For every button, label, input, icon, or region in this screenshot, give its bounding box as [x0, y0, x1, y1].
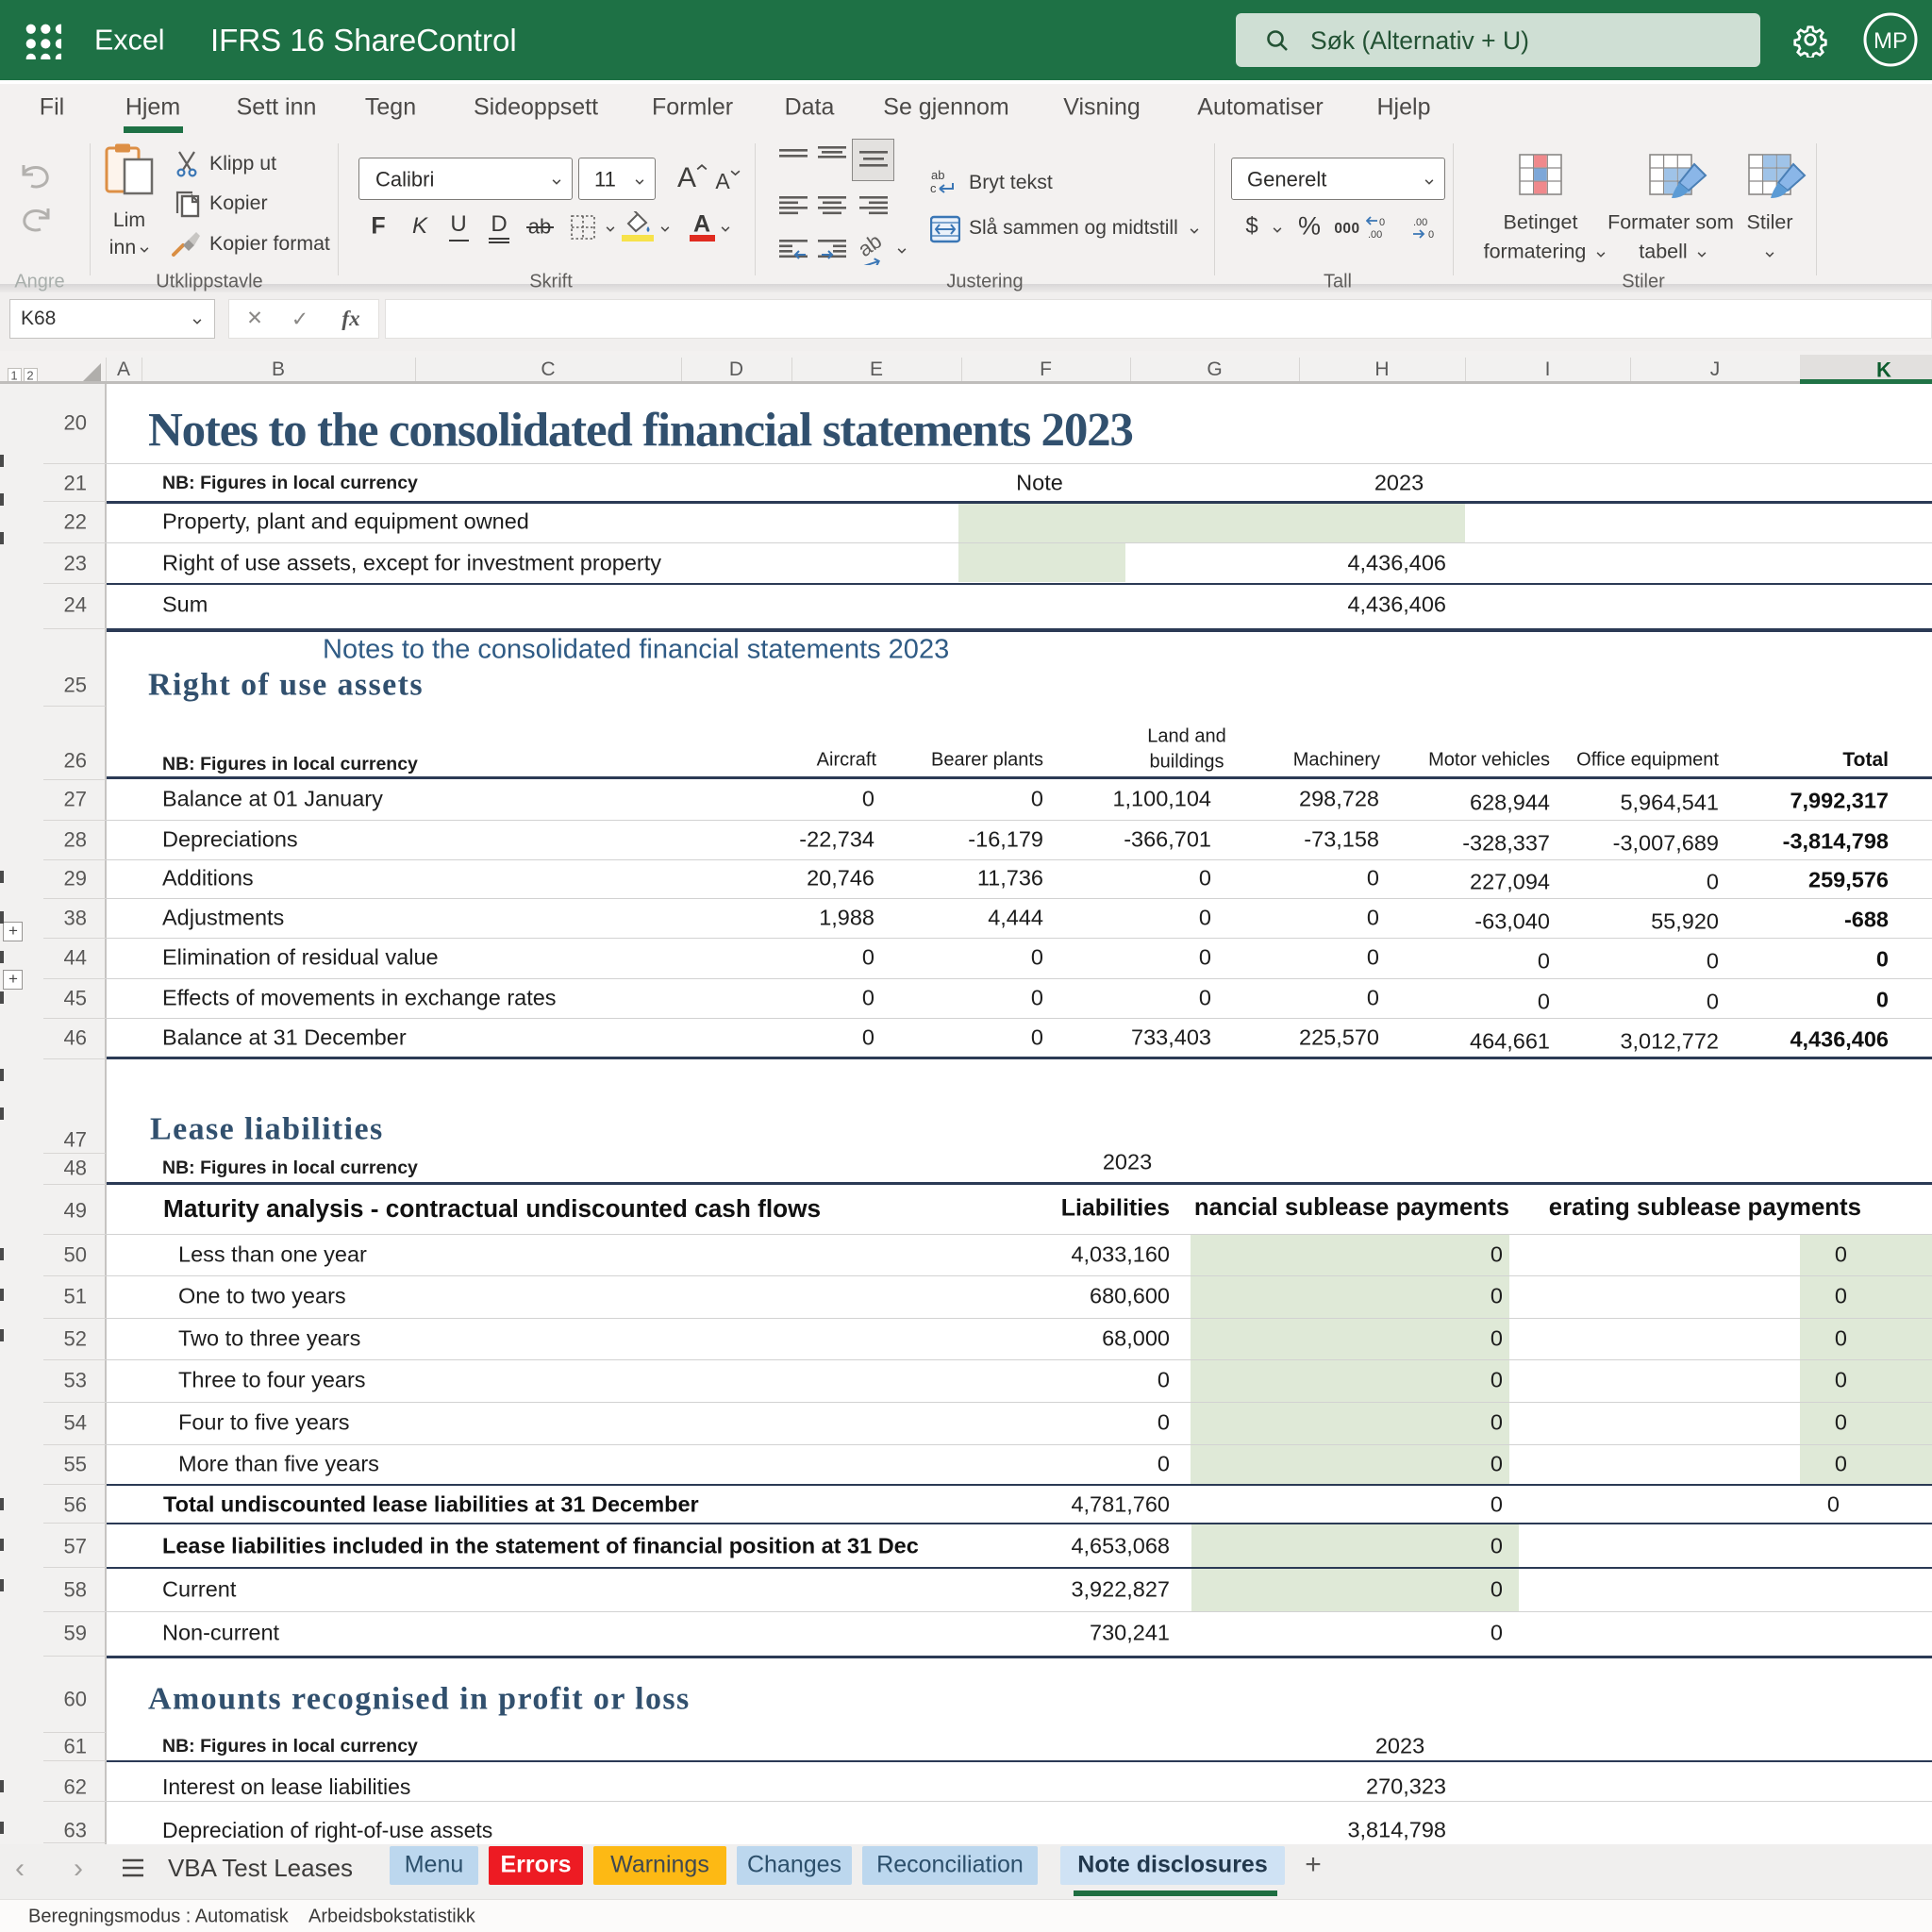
svg-text:.00: .00	[1413, 217, 1427, 228]
svg-text:MP: MP	[1874, 28, 1907, 54]
svg-text:ab: ab	[931, 168, 944, 182]
svg-text:0: 0	[1428, 229, 1434, 240]
svg-text:c: c	[930, 181, 937, 195]
svg-text:.00: .00	[1368, 229, 1382, 240]
svg-text:0: 0	[1379, 217, 1385, 228]
